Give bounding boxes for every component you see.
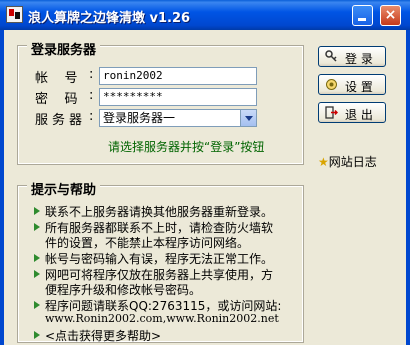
bullet-icon	[34, 331, 40, 339]
site-log-link[interactable]: ★网站日志	[318, 153, 377, 170]
bullet-icon	[34, 301, 40, 309]
help-group: 提示与帮助 联系不上服务器请换其他服务器重新登录。 所有服务器都联系不上时，请检…	[17, 179, 304, 344]
bullet-icon	[34, 207, 40, 215]
exit-icon	[325, 106, 338, 119]
account-label: 帐 号	[35, 71, 78, 86]
window-border-left	[0, 30, 4, 345]
close-button[interactable]: ×	[380, 5, 401, 26]
password-colon: :	[89, 88, 94, 103]
exit-button[interactable]: 退 出	[318, 102, 386, 123]
server-colon: :	[89, 109, 94, 124]
bullet-icon	[34, 223, 40, 231]
window-title: 浪人算牌之边锋清墩 v1.26	[28, 11, 191, 26]
server-select[interactable]: 登录服务器一	[99, 109, 257, 127]
key-icon	[325, 50, 337, 62]
password-input[interactable]: *********	[99, 88, 257, 106]
login-group: 登录服务器 帐 号 : ronin2002 密 码 : ********* 服务…	[17, 39, 304, 165]
settings-button-label: 设 置	[345, 80, 373, 94]
login-group-title: 登录服务器	[27, 39, 101, 58]
close-icon: ×	[384, 7, 397, 23]
password-label: 密 码	[35, 92, 78, 107]
app-icon	[6, 6, 23, 23]
bullet-icon	[34, 254, 40, 262]
exit-button-label: 退 出	[345, 108, 373, 122]
account-input[interactable]: ronin2002	[99, 67, 257, 85]
window-border-right	[406, 30, 410, 345]
settings-icon	[326, 79, 337, 90]
minimize-icon	[358, 18, 366, 21]
more-help-link[interactable]: <点击获得更多帮助>	[45, 327, 161, 344]
chevron-down-icon[interactable]	[240, 110, 256, 126]
help-group-title: 提示与帮助	[27, 179, 101, 198]
login-hint: 请选择服务器并按“登录”按钮	[108, 140, 265, 154]
login-button[interactable]: 登 录	[318, 46, 386, 67]
bullet-icon	[34, 270, 40, 278]
minimize-button[interactable]	[352, 5, 373, 26]
star-icon: ★	[318, 155, 329, 169]
help-line: 便程序升级和修改帐号密码。	[45, 283, 202, 297]
server-select-value: 登录服务器一	[103, 111, 176, 125]
help-line: 件的设置，不能禁止本程序访问网络。	[45, 236, 250, 250]
settings-button[interactable]: 设 置	[318, 74, 386, 95]
title-bar[interactable]: 浪人算牌之边锋清墩 v1.26 ×	[0, 0, 410, 30]
help-line: 帐号与密码输入有误，程序无法正常工作。	[45, 252, 274, 266]
help-website-link[interactable]: www.Ronin2002.com,www.Ronin2002.net	[45, 312, 279, 325]
account-colon: :	[89, 67, 94, 82]
site-log-label: 网站日志	[328, 155, 377, 169]
help-line: 联系不上服务器请换其他服务器重新登录。	[45, 205, 274, 219]
login-button-label: 登 录	[345, 52, 373, 66]
server-label: 服务器	[35, 113, 87, 128]
